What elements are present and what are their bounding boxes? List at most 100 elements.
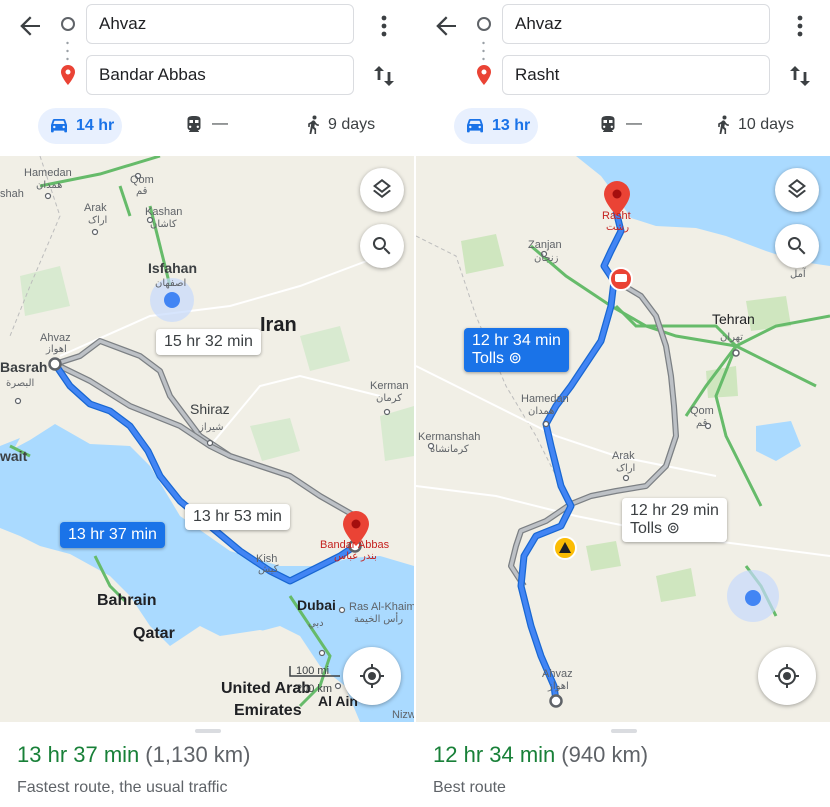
car-icon [51, 119, 67, 133]
directions-header: Ahvaz Rasht 13 hr — 10 days [416, 0, 830, 156]
search-icon [787, 237, 806, 255]
route-dots-icon [482, 41, 485, 61]
more-vert-icon[interactable] [374, 12, 394, 40]
label-shiraz: Shiraz [190, 401, 230, 417]
tab-walking[interactable]: 9 days [306, 115, 375, 135]
route-time-label-selected[interactable]: 13 hr 37 min [60, 522, 165, 548]
route-time-label-alt1[interactable]: 15 hr 32 min [156, 329, 261, 355]
label-hamedan-fa: همدان [36, 180, 63, 191]
label-iran: Iran [260, 314, 297, 336]
label-kermanshah-fa: کرمانشاه [430, 444, 469, 455]
route-time-label-selected[interactable]: 12 hr 34 min Tolls ⊚ [464, 328, 569, 372]
drive-duration: 13 hr [492, 117, 531, 134]
label-kerman: Kerman [370, 380, 409, 392]
origin-input[interactable]: Ahvaz [86, 4, 354, 44]
label-dubai: Dubai [297, 597, 336, 613]
swap-icon[interactable] [370, 62, 398, 90]
back-arrow-icon[interactable] [430, 10, 462, 42]
route-selected-time: 12 hr 34 min [472, 332, 561, 349]
origin-input[interactable]: Ahvaz [502, 4, 770, 44]
destination-input[interactable]: Bandar Abbas [86, 55, 354, 95]
route-summary-sheet[interactable]: 13 hr 37 min (1,130 km) Fastest route, th… [0, 722, 414, 807]
tab-driving[interactable]: 14 hr [38, 108, 122, 144]
my-location-icon [775, 664, 799, 688]
toll-icon: ⊚ [666, 520, 680, 537]
label-ahvaz: Ahvaz [542, 668, 573, 680]
traffic-incident-icon [164, 292, 180, 308]
back-arrow-icon[interactable] [14, 10, 46, 42]
label-isfahan: Isfahan [148, 260, 198, 276]
layers-button[interactable] [775, 168, 819, 212]
my-location-button[interactable] [343, 647, 401, 705]
label-bandar-abbas-fa: بندر عباس [334, 551, 377, 562]
label-zanjan: Zanjan [528, 239, 562, 251]
label-ahvaz: Ahvaz [40, 332, 71, 344]
sheet-drag-handle[interactable] [611, 729, 637, 733]
layers-button[interactable] [360, 168, 404, 212]
label-basrah-fa: البصرة [6, 378, 35, 389]
scale-mi: 100 mi [296, 665, 330, 677]
label-qom: Qom [130, 174, 154, 186]
label-kuwait: wait [0, 448, 28, 464]
label-ahvaz-fa: اهواز [46, 344, 67, 355]
label-nizwa: Nizw [392, 709, 414, 721]
layers-icon [373, 179, 391, 198]
label-shah: shah [0, 188, 24, 200]
search-button[interactable] [360, 224, 404, 268]
destination-pin-icon [477, 65, 491, 85]
destination-input[interactable]: Rasht [502, 55, 770, 95]
tab-walking[interactable]: 10 days [716, 115, 794, 135]
label-kish-fa: کیش [258, 564, 279, 575]
label-kermanshah: Kermanshah [418, 431, 481, 443]
label-ras-al-khaimah: Ras Al-Khaim [349, 601, 414, 613]
label-qom-fa: قم [696, 418, 708, 429]
route-summary-sheet[interactable]: 12 hr 34 min (940 km) Best route [416, 722, 830, 807]
route-distance: (1,130 km) [145, 742, 251, 767]
label-amol-fa: آمل [790, 269, 806, 280]
origin-marker [549, 694, 563, 708]
directions-pane-right: Ahvaz Rasht 13 hr — 10 days Rasht رشت Za… [416, 0, 830, 807]
walk-icon [308, 115, 319, 134]
destination-pin-dot [351, 519, 361, 529]
train-icon [187, 116, 201, 132]
label-kashan: Kashan [145, 206, 183, 218]
map-base [0, 156, 414, 722]
directions-header: Ahvaz Bandar Abbas 14 hr — 9 days [0, 0, 414, 156]
scale-km: 200 km [296, 683, 333, 695]
train-icon [601, 116, 615, 132]
sheet-drag-handle[interactable] [195, 729, 221, 733]
label-rasht-fa: رشت [606, 222, 630, 233]
tab-transit[interactable]: — [600, 115, 642, 133]
tab-driving[interactable]: 13 hr [454, 108, 538, 144]
route-alt-tolls: Tolls ⊚ [630, 520, 680, 537]
search-button[interactable] [775, 224, 819, 268]
directions-pane-left: Ahvaz Bandar Abbas 14 hr — 9 days Hameda… [0, 0, 414, 807]
origin-circle-icon [477, 17, 491, 31]
label-hamedan: Hamedan [24, 167, 72, 179]
route-summary-duration-row: 12 hr 34 min (940 km) [433, 742, 648, 768]
map-canvas[interactable]: Rasht رشت Zanjan زنجان آمل Tehran تهران … [416, 156, 830, 722]
tab-transit[interactable]: — [186, 115, 228, 133]
drive-duration: 14 hr [76, 117, 115, 134]
traffic-marker [745, 590, 761, 606]
route-time-label-alt[interactable]: 12 hr 29 min Tolls ⊚ [622, 498, 727, 542]
my-location-button[interactable] [758, 647, 816, 705]
swap-icon[interactable] [786, 62, 814, 90]
label-hamedan: Hamedan [521, 393, 569, 405]
label-rasht: Rasht [602, 210, 631, 222]
map-canvas[interactable]: Hamedan همدان shah Qom قم Arak اراک Kash… [0, 156, 414, 722]
origin-marker [48, 357, 62, 371]
label-hamedan-fa: همدان [528, 406, 555, 417]
label-kerman-fa: کرمان [376, 393, 403, 404]
more-vert-icon[interactable] [790, 12, 810, 40]
car-icon [467, 119, 483, 133]
route-time-label-alt2[interactable]: 13 hr 53 min [185, 504, 290, 530]
search-icon [372, 237, 391, 255]
route-description: Best route [433, 779, 506, 796]
label-ahvaz-fa: اهواز [548, 681, 569, 692]
label-zanjan-fa: زنجان [534, 253, 559, 264]
label-arak: Arak [612, 450, 635, 462]
destination-pin-icon [61, 65, 75, 85]
label-qom-fa: قم [136, 186, 148, 197]
my-location-icon [360, 664, 384, 688]
